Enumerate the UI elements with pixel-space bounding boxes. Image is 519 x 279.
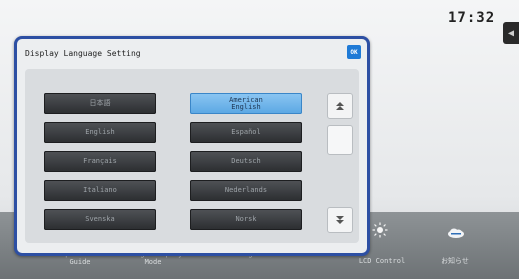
chevron-left-icon: ◀ xyxy=(507,27,515,39)
clock: 17:32 xyxy=(448,10,496,26)
language-option-svenska[interactable]: Svenska xyxy=(44,209,156,230)
ok-button[interactable]: OK xyxy=(347,45,361,59)
language-option-japanese[interactable]: 日本語 xyxy=(44,93,156,114)
double-chevron-up-icon xyxy=(336,102,344,110)
display-language-dialog: Display Language Setting OK 日本語 American… xyxy=(14,36,370,256)
language-option-francais[interactable]: Français xyxy=(44,151,156,172)
language-option-norsk[interactable]: Norsk xyxy=(190,209,302,230)
language-list-panel: 日本語 American English English Español Fra… xyxy=(25,69,359,243)
dialog-title: Display Language Setting xyxy=(25,49,141,58)
language-option-espanol[interactable]: Español xyxy=(190,122,302,143)
touch-panel-screen: 17:32 ◀ Operation Guide Change Display M… xyxy=(0,0,519,279)
language-option-italiano[interactable]: Italiano xyxy=(44,180,156,201)
bottom-item-lcd-control[interactable]: LCD Control xyxy=(350,257,414,265)
scroll-down-button[interactable] xyxy=(327,207,353,233)
brightness-icon xyxy=(372,222,388,238)
scroll-up-button[interactable] xyxy=(327,93,353,119)
notification-cloud-icon xyxy=(448,228,464,238)
bottom-item-notice[interactable]: お知らせ xyxy=(425,257,485,265)
scroll-track[interactable] xyxy=(327,125,353,155)
language-option-english[interactable]: English xyxy=(44,122,156,143)
language-option-deutsch[interactable]: Deutsch xyxy=(190,151,302,172)
side-panel-toggle[interactable]: ◀ xyxy=(503,22,519,44)
language-option-american-english[interactable]: American English xyxy=(190,93,302,114)
language-option-nederlands[interactable]: Nederlands xyxy=(190,180,302,201)
double-chevron-down-icon xyxy=(336,216,344,224)
language-option-label: American English xyxy=(229,95,263,111)
